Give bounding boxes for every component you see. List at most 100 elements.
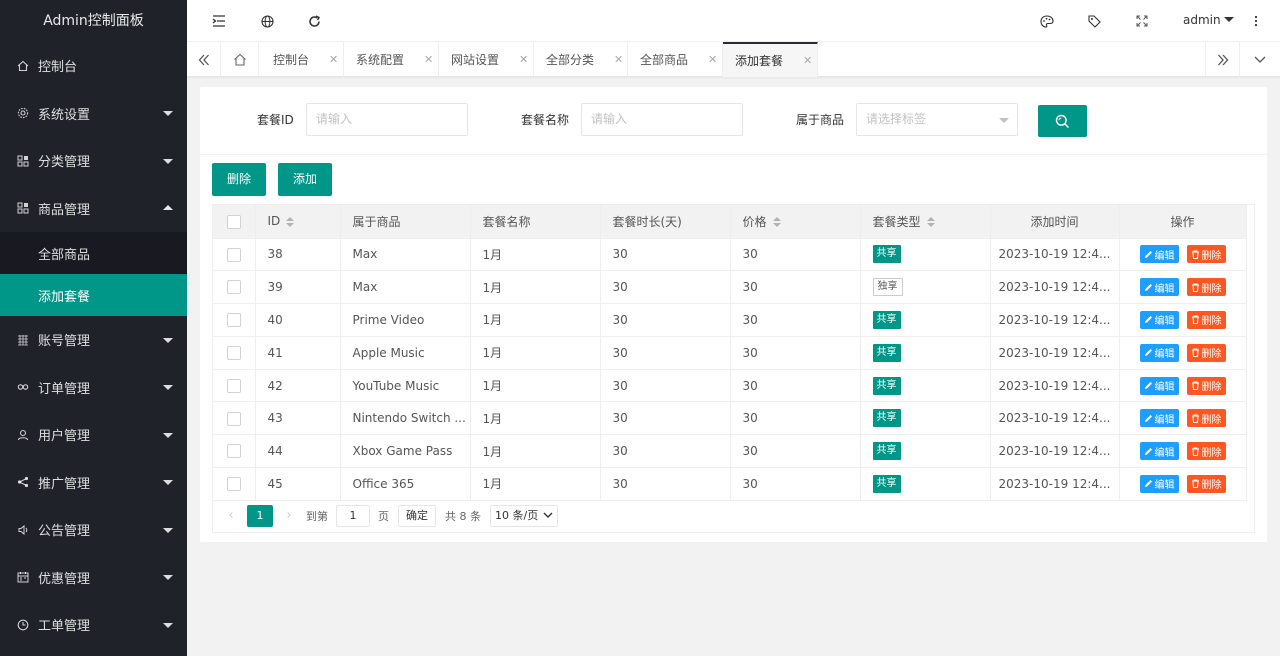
tab-home[interactable] bbox=[221, 42, 259, 77]
row-delete-button[interactable]: 删除 bbox=[1186, 474, 1226, 493]
tabs-menu-button[interactable] bbox=[1239, 42, 1280, 77]
sidebar-item-accounts[interactable]: 账号管理 bbox=[0, 316, 187, 364]
gear-icon bbox=[17, 107, 29, 119]
product-select[interactable]: 请选择标签 bbox=[856, 103, 1018, 136]
more-vertical-icon[interactable] bbox=[1248, 13, 1264, 29]
close-icon[interactable]: ✕ bbox=[424, 53, 433, 66]
tabs-scroll-right-button[interactable] bbox=[1205, 42, 1239, 77]
sort-icon[interactable] bbox=[926, 217, 935, 228]
select-all-checkbox[interactable] bbox=[226, 214, 241, 229]
sidebar-item-promotion[interactable]: 推广管理 bbox=[0, 459, 187, 507]
row-delete-button[interactable]: 删除 bbox=[1186, 442, 1226, 461]
sort-icon[interactable] bbox=[286, 216, 295, 227]
sidebar-item-users[interactable]: 用户管理 bbox=[0, 411, 187, 459]
edit-button[interactable]: 编辑 bbox=[1139, 442, 1179, 461]
type-badge: 共享 bbox=[872, 245, 901, 264]
row-delete-button[interactable]: 删除 bbox=[1186, 278, 1226, 297]
cell-name: 1月 bbox=[470, 238, 601, 272]
theme-palette-icon[interactable] bbox=[1039, 13, 1055, 29]
row-checkbox-cell bbox=[213, 238, 256, 272]
sidebar-subitem-all-products[interactable]: 全部商品 bbox=[0, 232, 187, 274]
tab-system-config[interactable]: 系统配置 ✕ bbox=[344, 42, 439, 77]
goto-confirm-button[interactable]: 确定 bbox=[398, 504, 436, 527]
list-icon bbox=[17, 334, 29, 346]
fullscreen-icon[interactable] bbox=[1134, 13, 1150, 29]
edit-button[interactable]: 编辑 bbox=[1139, 278, 1179, 297]
goto-page-input[interactable]: 1 bbox=[336, 504, 370, 527]
row-checkbox[interactable] bbox=[226, 346, 241, 361]
column-label: 价格 bbox=[742, 214, 767, 229]
tab-site-settings[interactable]: 网站设置 ✕ bbox=[439, 42, 534, 77]
tab-all-categories[interactable]: 全部分类 ✕ bbox=[534, 42, 628, 77]
close-icon[interactable]: ✕ bbox=[708, 53, 717, 66]
row-checkbox[interactable] bbox=[226, 247, 241, 262]
package-id-input[interactable]: 请输入 bbox=[306, 103, 468, 136]
chevron-down-icon bbox=[163, 158, 173, 164]
row-delete-button[interactable]: 删除 bbox=[1186, 310, 1226, 329]
row-checkbox[interactable] bbox=[226, 444, 241, 459]
edit-button[interactable]: 编辑 bbox=[1139, 310, 1179, 329]
edit-button[interactable]: 编辑 bbox=[1139, 343, 1179, 362]
refresh-icon[interactable] bbox=[306, 13, 322, 29]
delete-button[interactable]: 删除 bbox=[212, 163, 267, 196]
row-checkbox[interactable] bbox=[226, 477, 241, 492]
edit-button[interactable]: 编辑 bbox=[1139, 474, 1179, 493]
search-button[interactable] bbox=[1038, 105, 1087, 137]
sidebar-item-system-settings[interactable]: 系统设置 bbox=[0, 90, 187, 138]
chevron-down-icon bbox=[163, 111, 173, 117]
sidebar-item-category[interactable]: 分类管理 bbox=[0, 137, 187, 185]
close-icon[interactable]: ✕ bbox=[803, 54, 812, 67]
sidebar-item-orders[interactable]: 订单管理 bbox=[0, 364, 187, 412]
sidebar-item-products[interactable]: 商品管理 bbox=[0, 185, 187, 233]
cell-product: Max bbox=[340, 238, 471, 272]
prev-page-icon[interactable]: ‹ bbox=[223, 508, 239, 523]
cell-name: 1月 bbox=[470, 270, 601, 305]
edit-button[interactable]: 编辑 bbox=[1139, 409, 1179, 428]
column-header-price[interactable]: 价格 bbox=[730, 205, 861, 239]
header-checkbox-cell bbox=[213, 205, 256, 239]
close-icon[interactable]: ✕ bbox=[519, 53, 528, 66]
sort-icon[interactable] bbox=[772, 217, 781, 228]
row-delete-button[interactable]: 删除 bbox=[1186, 245, 1226, 264]
sidebar-item-dashboard[interactable]: 控制台 bbox=[0, 42, 187, 90]
row-checkbox[interactable] bbox=[226, 378, 241, 393]
add-button[interactable]: 添加 bbox=[278, 163, 333, 196]
package-name-input[interactable]: 请输入 bbox=[581, 103, 743, 136]
next-page-icon[interactable]: › bbox=[281, 508, 297, 523]
tabs-scroll-left-button[interactable] bbox=[187, 42, 221, 77]
row-delete-button[interactable]: 删除 bbox=[1186, 376, 1226, 395]
globe-icon[interactable] bbox=[259, 13, 275, 29]
tab-dashboard[interactable]: 控制台 ✕ bbox=[261, 42, 344, 77]
sidebar-subitem-add-package[interactable]: 添加套餐 bbox=[0, 274, 187, 316]
current-page[interactable]: 1 bbox=[247, 504, 273, 527]
page-unit-label: 页 bbox=[378, 509, 389, 523]
tab-all-products[interactable]: 全部商品 ✕ bbox=[628, 42, 723, 77]
product-select-placeholder: 请选择标签 bbox=[866, 112, 927, 126]
row-delete-button[interactable]: 删除 bbox=[1186, 343, 1226, 362]
row-checkbox[interactable] bbox=[226, 411, 241, 426]
sidebar-item-coupons[interactable]: 优惠管理 bbox=[0, 554, 187, 602]
close-icon[interactable]: ✕ bbox=[329, 53, 338, 66]
row-delete-button[interactable]: 删除 bbox=[1186, 409, 1226, 428]
main-card: 套餐ID 请输入 套餐名称 请输入 属于商品 请选择标签 删除 添加 ID 属于… bbox=[200, 87, 1267, 542]
row-checkbox-cell bbox=[213, 336, 256, 370]
page-size-select[interactable]: 10 条/页 bbox=[490, 504, 559, 527]
column-header-id[interactable]: ID bbox=[255, 205, 341, 239]
close-icon[interactable]: ✕ bbox=[614, 53, 623, 66]
row-checkbox[interactable] bbox=[226, 280, 241, 295]
sidebar: Admin控制面板 控制台 系统设置 分类管理 商品管理 全部商品 添加套餐 账… bbox=[0, 0, 187, 656]
edit-button[interactable]: 编辑 bbox=[1139, 245, 1179, 264]
cell-actions: 编辑 删除 bbox=[1119, 467, 1247, 501]
tab-add-package[interactable]: 添加套餐 ✕ bbox=[723, 42, 818, 77]
sidebar-item-announcements[interactable]: 公告管理 bbox=[0, 506, 187, 554]
cell-name: 1月 bbox=[470, 434, 601, 469]
column-label: ID bbox=[267, 214, 281, 229]
row-checkbox[interactable] bbox=[226, 313, 241, 328]
user-menu[interactable]: admin bbox=[1183, 13, 1234, 27]
tag-icon[interactable] bbox=[1086, 13, 1102, 29]
menu-collapse-icon[interactable] bbox=[211, 13, 227, 29]
edit-button[interactable]: 编辑 bbox=[1139, 376, 1179, 395]
column-header-type[interactable]: 套餐类型 bbox=[860, 205, 991, 239]
sidebar-item-tickets[interactable]: 工单管理 bbox=[0, 601, 187, 649]
goto-label: 到第 bbox=[306, 509, 328, 523]
